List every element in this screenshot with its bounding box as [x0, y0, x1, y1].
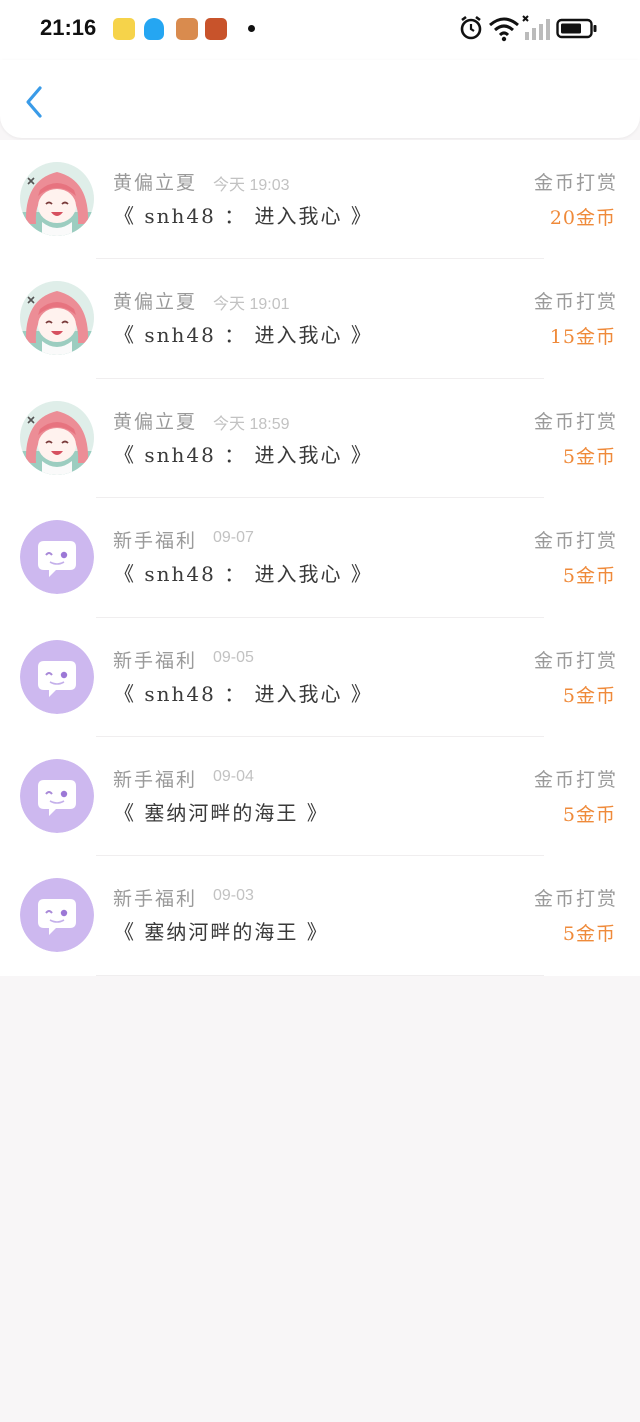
book-title: 《 塞纳河畔的海王 》 — [114, 920, 329, 945]
reward-type: 金币打赏 — [533, 888, 618, 911]
game-app-icon — [176, 18, 198, 40]
record-time: 09-07 — [213, 529, 254, 547]
book-title: 《 snh48 ： 进入我心 》 — [114, 562, 373, 587]
reward-record-list: 黄偏立夏 今天 19:03 《 snh48 ： 进入我心 》 金币打赏 20金币… — [0, 140, 640, 977]
record-time: 09-05 — [213, 648, 254, 666]
anime-girl-avatar — [20, 281, 94, 356]
sender-name: 新手福利 — [113, 888, 198, 911]
status-time: 21:16 — [40, 15, 97, 40]
reward-record-row-7[interactable]: 新手福利 09-03 《 塞纳河畔的海王 》 金币打赏 5金币 — [0, 856, 640, 977]
chat-bubble-avatar — [20, 520, 94, 595]
sender-name: 新手福利 — [113, 649, 198, 672]
sender-name: 新手福利 — [113, 768, 198, 791]
reward-record-row-1[interactable]: 黄偏立夏 今天 19:03 《 snh48 ： 进入我心 》 金币打赏 20金币 — [0, 140, 640, 260]
reward-type: 金币打赏 — [533, 649, 618, 672]
chat-bubble-avatar — [20, 878, 94, 953]
record-time: 今天 19:03 — [213, 177, 290, 194]
sender-name: 黄偏立夏 — [113, 172, 198, 194]
more-notifications-dot — [248, 25, 255, 32]
reward-amount: 20金币 — [549, 207, 616, 229]
battery-icon — [556, 18, 597, 39]
reward-type: 金币打赏 — [533, 410, 618, 433]
chat-bubble-avatar — [20, 639, 94, 714]
reward-record-row-5[interactable]: 新手福利 09-05 《 snh48 ： 进入我心 》 金币打赏 5金币 — [0, 618, 640, 738]
reward-amount: 5金币 — [562, 684, 616, 707]
reward-amount: 5金币 — [562, 923, 616, 946]
book-title: 《 snh48 ： 进入我心 》 — [114, 204, 373, 228]
status-bar: 21:16 — [0, 0, 640, 60]
signal-icon — [522, 15, 550, 40]
reward-record-row-3[interactable]: 黄偏立夏 今天 18:59 《 snh48 ： 进入我心 》 金币打赏 5金币 — [0, 379, 640, 499]
top-bar — [0, 60, 640, 138]
record-time: 09-03 — [213, 887, 254, 905]
record-time: 今天 18:59 — [213, 415, 290, 433]
weather-app-icon — [113, 18, 135, 40]
qq-penguin-icon — [144, 18, 164, 40]
reward-type: 金币打赏 — [533, 530, 618, 553]
reward-amount: 5金币 — [562, 803, 616, 826]
reward-type: 金币打赏 — [533, 172, 618, 194]
record-time: 今天 19:01 — [213, 296, 290, 314]
reward-amount: 15金币 — [549, 326, 616, 349]
chevron-left-icon[interactable] — [20, 84, 50, 120]
anime-girl-avatar — [20, 400, 94, 475]
reward-type: 金币打赏 — [533, 768, 618, 791]
book-title: 《 snh48 ： 进入我心 》 — [114, 681, 373, 706]
reward-amount: 5金币 — [562, 565, 616, 588]
alarm-icon — [460, 15, 482, 40]
reward-type: 金币打赏 — [533, 291, 618, 314]
reward-amount: 5金币 — [562, 445, 616, 468]
sender-name: 黄偏立夏 — [113, 410, 198, 433]
book-title: 《 snh48 ： 进入我心 》 — [114, 442, 373, 467]
record-time: 09-04 — [213, 767, 254, 785]
sender-name: 黄偏立夏 — [113, 291, 198, 314]
chat-bubble-avatar — [20, 758, 94, 833]
game-app-icon-2 — [205, 18, 227, 40]
reward-record-row-2[interactable]: 黄偏立夏 今天 19:01 《 snh48 ： 进入我心 》 金币打赏 15金币 — [0, 259, 640, 380]
book-title: 《 塞纳河畔的海王 》 — [114, 800, 329, 825]
sender-name: 新手福利 — [113, 530, 198, 553]
wifi-icon — [489, 17, 519, 42]
reward-record-row-6[interactable]: 新手福利 09-04 《 塞纳河畔的海王 》 金币打赏 5金币 — [0, 737, 640, 857]
reward-record-row-4[interactable]: 新手福利 09-07 《 snh48 ： 进入我心 》 金币打赏 5金币 — [0, 498, 640, 618]
anime-girl-avatar — [20, 162, 94, 236]
book-title: 《 snh48 ： 进入我心 》 — [114, 323, 373, 348]
